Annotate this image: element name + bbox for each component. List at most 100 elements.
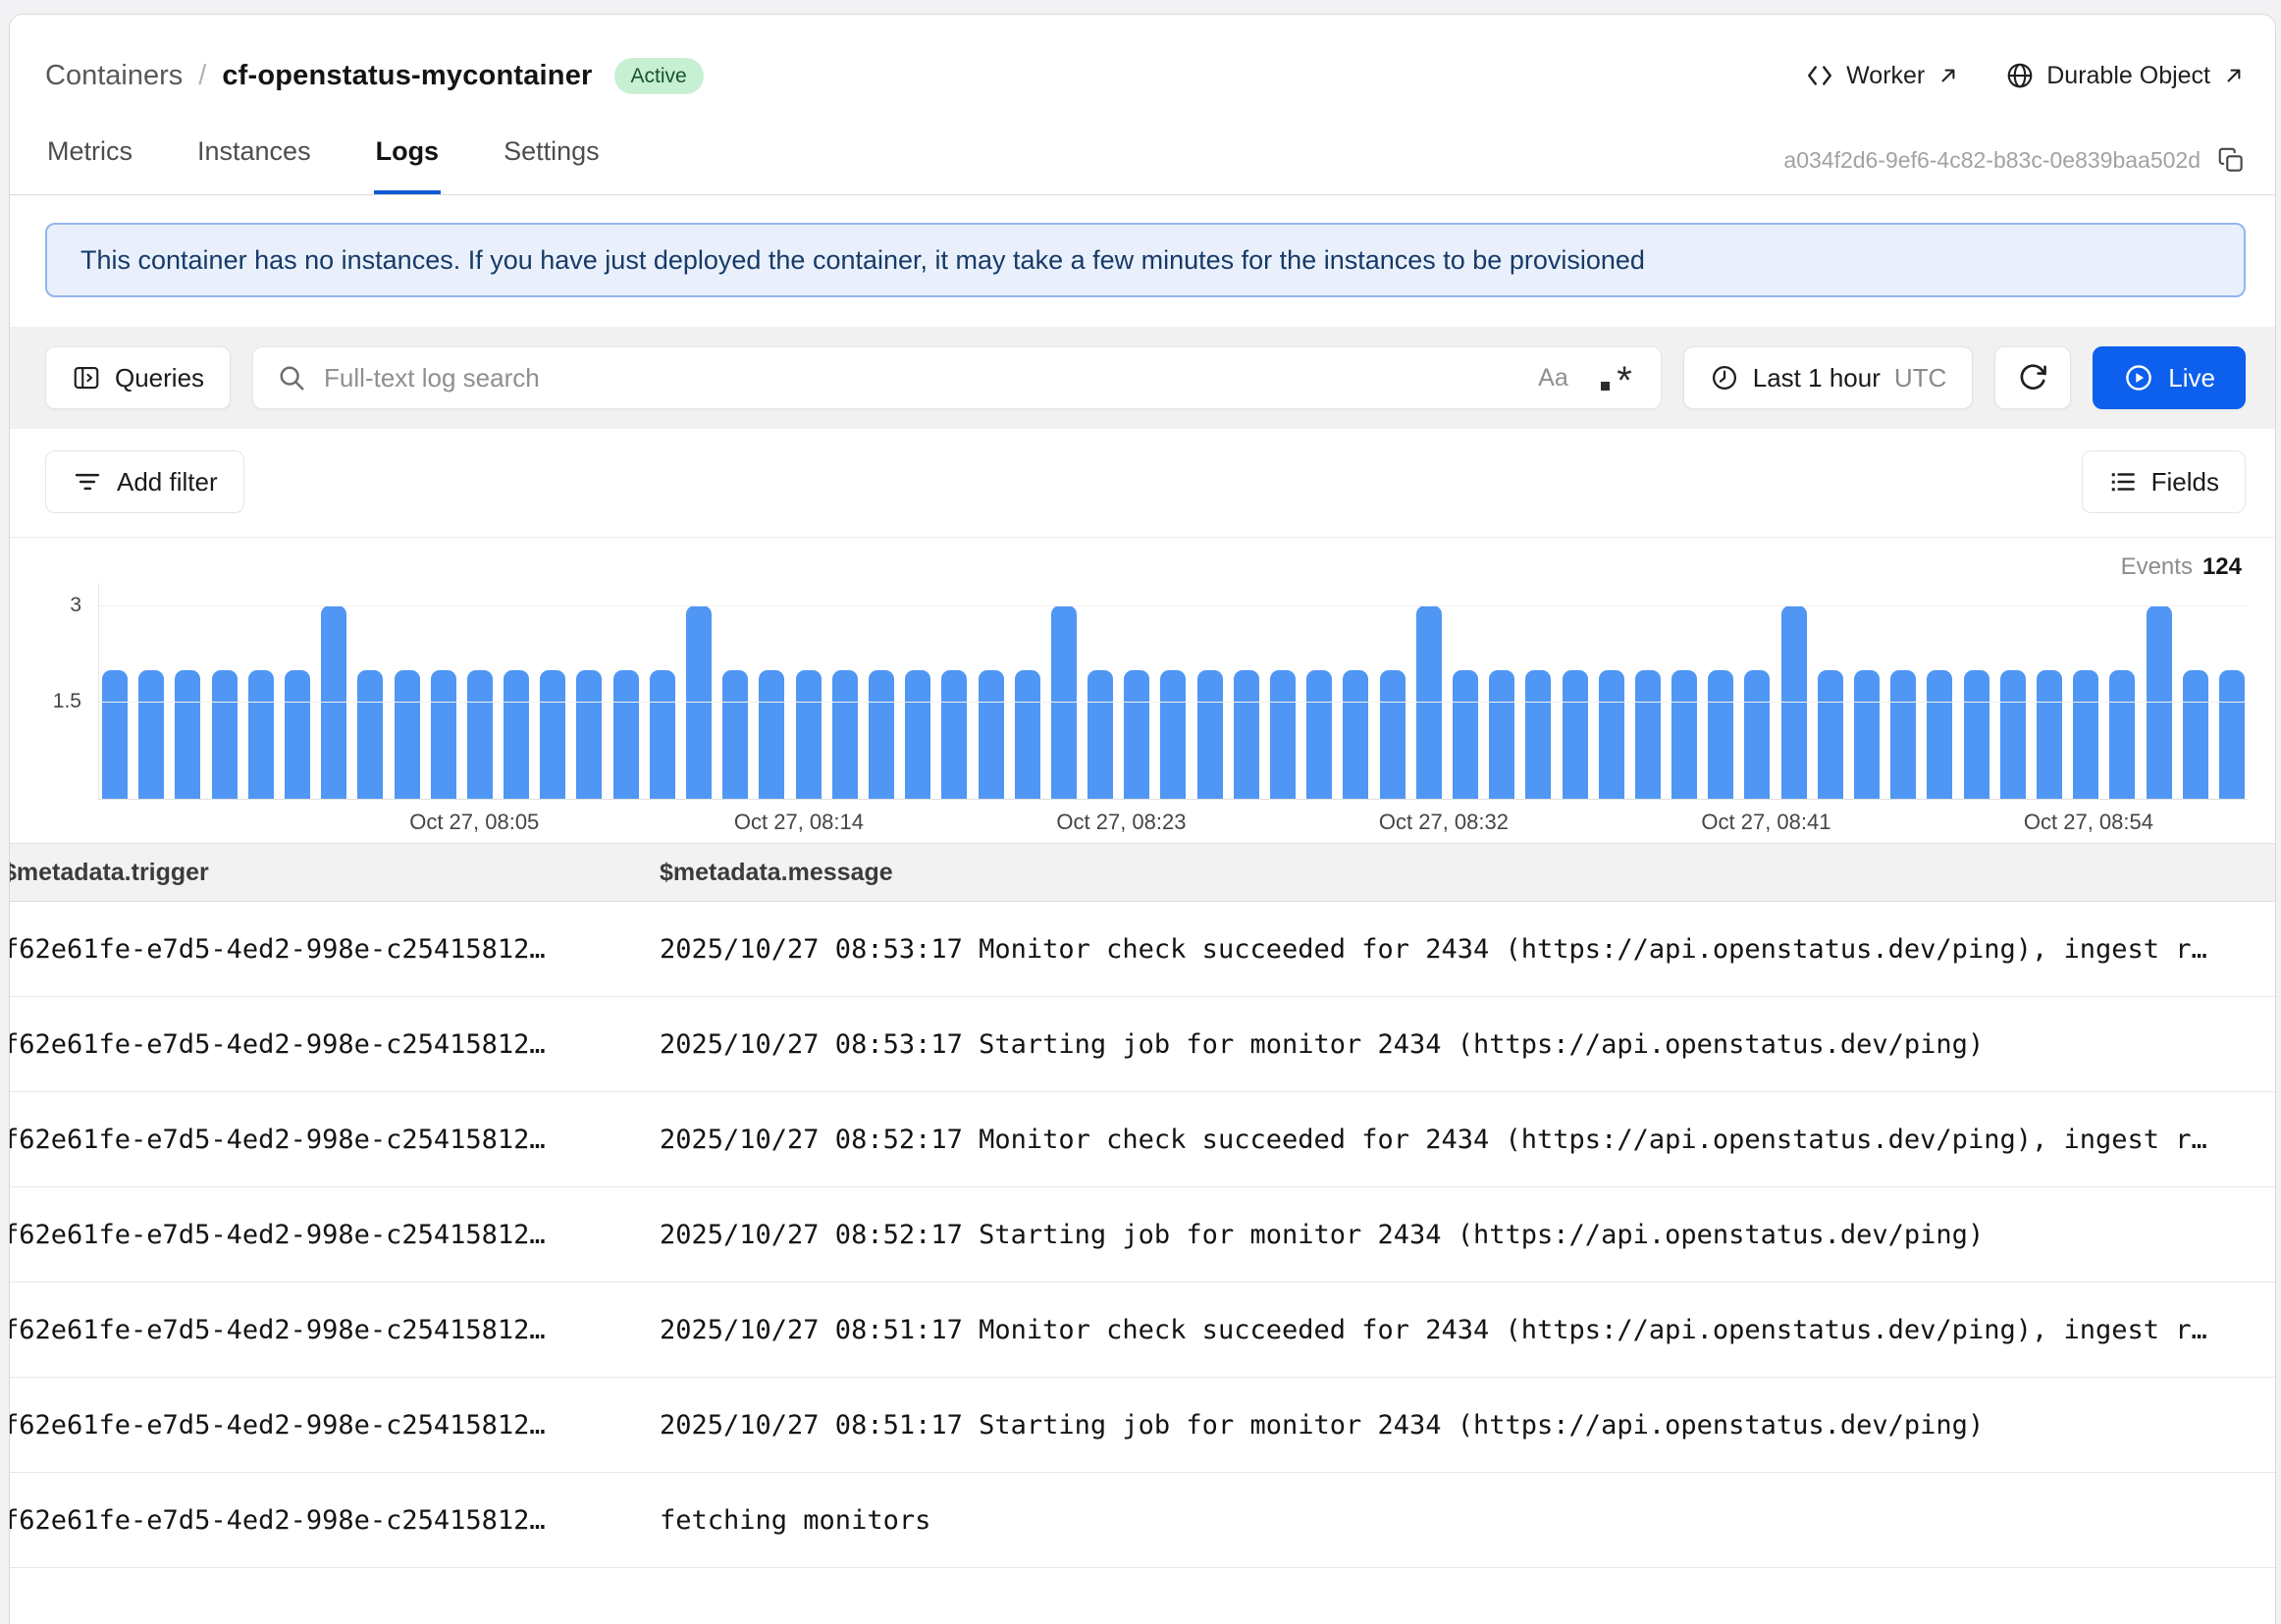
log-row[interactable]: f62e61fe-e7d5-4ed2-998e-c25415812… 2025/… — [10, 1187, 2275, 1283]
tab-logs[interactable]: Logs — [374, 136, 442, 194]
chart-bar — [1270, 670, 1296, 799]
external-arrow-icon — [1936, 64, 1960, 87]
chart-bar — [504, 670, 529, 799]
chart-bar — [2073, 670, 2098, 799]
globe-icon — [2005, 61, 2035, 90]
log-row[interactable]: f62e61fe-e7d5-4ed2-998e-c25415812… 2025/… — [10, 902, 2275, 997]
tab-bar: Metrics Instances Logs Settings — [45, 136, 602, 194]
queries-button[interactable]: Queries — [45, 346, 231, 409]
live-button[interactable]: Live — [2093, 346, 2246, 409]
chart-bar — [1380, 670, 1406, 799]
breadcrumb-containers-link[interactable]: Containers — [45, 60, 183, 92]
chart-bar — [540, 670, 565, 799]
y-axis-tick: 1.5 — [53, 690, 81, 713]
chart-bar — [2219, 670, 2245, 799]
trigger-cell: f62e61fe-e7d5-4ed2-998e-c25415812… — [10, 934, 546, 965]
trigger-cell: f62e61fe-e7d5-4ed2-998e-c25415812… — [10, 1029, 546, 1060]
chart-bar — [1015, 670, 1040, 799]
log-row[interactable]: f62e61fe-e7d5-4ed2-998e-c25415812… 2025/… — [10, 1378, 2275, 1473]
chart-gridline — [99, 702, 2248, 703]
chart-bar — [796, 670, 822, 799]
status-badge: Active — [614, 58, 704, 94]
y-axis-tick: 3 — [70, 594, 81, 617]
refresh-button[interactable] — [1994, 346, 2071, 409]
worker-link[interactable]: Worker — [1805, 61, 1960, 90]
fields-button[interactable]: Fields — [2082, 450, 2246, 513]
chart-bar — [1160, 670, 1186, 799]
chart-bar — [1708, 670, 1733, 799]
main-panel: Containers / cf-openstatus-mycontainer A… — [9, 14, 2276, 1624]
tab-metrics[interactable]: Metrics — [45, 136, 134, 194]
chart-bar — [1197, 670, 1223, 799]
trigger-cell: f62e61fe-e7d5-4ed2-998e-c25415812… — [10, 1505, 546, 1536]
chart-bar — [1890, 670, 1916, 799]
refresh-icon — [2017, 362, 2048, 393]
chart-bar — [357, 670, 383, 799]
chart-bar — [1306, 670, 1332, 799]
x-axis-tick: Oct 27, 08:32 — [1379, 810, 1509, 835]
log-row[interactable]: f62e61fe-e7d5-4ed2-998e-c25415812… 2025/… — [10, 1092, 2275, 1187]
events-histogram[interactable]: 31.5 — [98, 583, 2248, 800]
chart-bar — [1343, 670, 1368, 799]
chart-bar — [1744, 670, 1770, 799]
chart-bar — [285, 670, 310, 799]
filter-lines-icon — [72, 466, 103, 498]
chart-bar — [759, 670, 784, 799]
chart-bar — [1234, 670, 1259, 799]
copy-icon[interactable] — [2216, 145, 2246, 175]
column-header-trigger[interactable]: $metadata.trigger — [10, 859, 660, 887]
time-range-button[interactable]: Last 1 hour UTC — [1683, 346, 1974, 409]
case-sensitive-toggle[interactable]: Aa — [1538, 364, 1568, 393]
banner-text: This container has no instances. If you … — [80, 245, 1645, 276]
x-axis-tick: Oct 27, 08:41 — [1701, 810, 1830, 835]
events-chart-section: Events124 31.5 Oct 27, 08:05Oct 27, 08:1… — [10, 538, 2275, 843]
message-cell: 2025/10/27 08:53:17 Monitor check succee… — [660, 934, 2275, 965]
log-row[interactable]: f62e61fe-e7d5-4ed2-998e-c25415812… 2025/… — [10, 997, 2275, 1092]
chart-bar — [2037, 670, 2062, 799]
trigger-cell: f62e61fe-e7d5-4ed2-998e-c25415812… — [10, 1315, 546, 1345]
events-count: Events124 — [2121, 553, 2242, 581]
code-brackets-icon — [1805, 61, 1834, 90]
no-instances-banner: This container has no instances. If you … — [45, 223, 2246, 297]
message-cell: fetching monitors — [660, 1505, 2275, 1536]
chart-bar — [1635, 670, 1661, 799]
chart-bar — [869, 670, 894, 799]
chart-bar — [1563, 670, 1588, 799]
chart-bar — [1525, 670, 1551, 799]
chart-bar — [613, 670, 639, 799]
chart-bar — [395, 670, 420, 799]
chart-bar — [102, 670, 128, 799]
log-table-header: $metadata.trigger $metadata.message — [10, 844, 2275, 902]
log-row[interactable]: f62e61fe-e7d5-4ed2-998e-c25415812… fetch… — [10, 1473, 2275, 1568]
page-header: Containers / cf-openstatus-mycontainer A… — [10, 15, 2275, 194]
search-input[interactable] — [322, 362, 1522, 394]
x-axis-tick: Oct 27, 08:14 — [734, 810, 864, 835]
chart-bar — [1671, 670, 1697, 799]
message-cell: 2025/10/27 08:51:17 Monitor check succee… — [660, 1315, 2275, 1345]
chart-bar — [175, 670, 200, 799]
chart-bar — [1124, 670, 1149, 799]
chart-bar — [2000, 670, 2026, 799]
tab-instances[interactable]: Instances — [195, 136, 313, 194]
chart-bar — [941, 670, 967, 799]
chart-gridline — [99, 605, 2248, 606]
chart-bar — [467, 670, 493, 799]
chart-bar — [212, 670, 238, 799]
chart-bar — [138, 670, 164, 799]
chart-bar — [1854, 670, 1880, 799]
add-filter-button[interactable]: Add filter — [45, 450, 244, 513]
chart-bar — [979, 670, 1004, 799]
chart-bar — [905, 670, 930, 799]
filter-row: Add filter Fields — [10, 429, 2275, 537]
message-cell: 2025/10/27 08:52:17 Starting job for mon… — [660, 1220, 2275, 1250]
tab-settings[interactable]: Settings — [502, 136, 602, 194]
log-row[interactable]: f62e61fe-e7d5-4ed2-998e-c25415812… 2025/… — [10, 1283, 2275, 1378]
trigger-cell: f62e61fe-e7d5-4ed2-998e-c25415812… — [10, 1125, 546, 1155]
column-header-message[interactable]: $metadata.message — [660, 859, 2275, 887]
durable-object-link[interactable]: Durable Object — [2005, 61, 2246, 90]
regex-toggle-icon[interactable]: * — [1598, 358, 1633, 397]
chart-bar — [1964, 670, 1989, 799]
search-box: Aa * — [252, 346, 1662, 409]
chart-bar — [1489, 670, 1514, 799]
chart-bars — [102, 583, 2245, 799]
